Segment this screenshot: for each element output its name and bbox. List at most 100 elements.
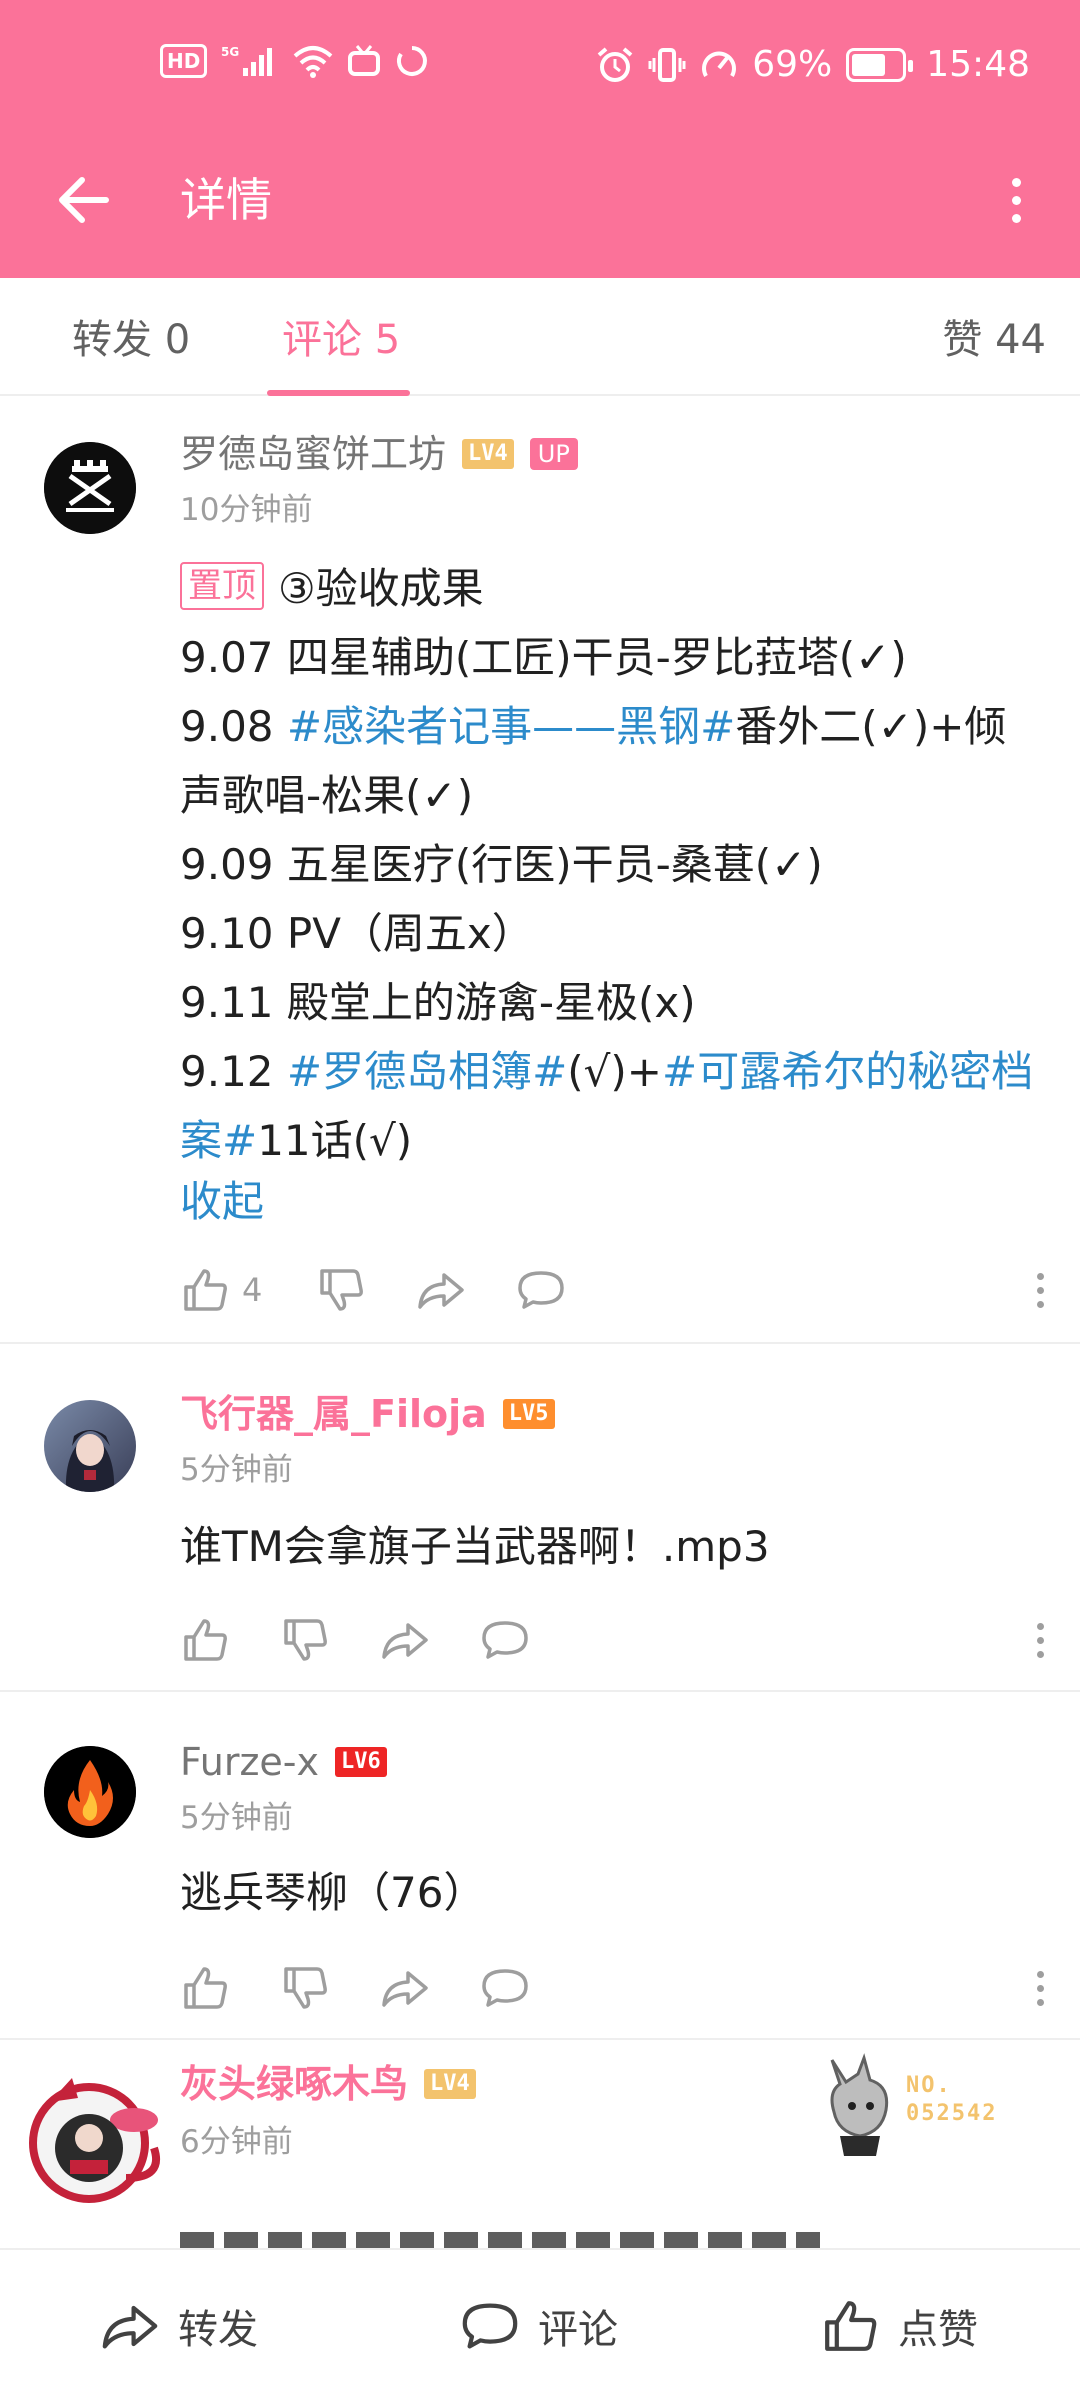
comment-line: 9.09 五星医疗(行医)干员-桑葚(✓) (180, 830, 1040, 899)
comment-text-segment: (√)+ (567, 1047, 662, 1096)
speech-bubble-icon (482, 1969, 528, 2007)
comment-username-row: Furze-x LV6 (180, 1736, 387, 1788)
dislike-button[interactable] (316, 1262, 366, 1318)
like-button[interactable] (180, 1612, 230, 1668)
battery-icon (846, 47, 914, 82)
comment-time: 5分钟前 (180, 1452, 293, 1488)
comment-username-row: 罗德岛蜜饼工坊 LV4 UP (180, 428, 578, 480)
avatar[interactable] (44, 1400, 136, 1492)
share-arrow-icon (382, 1971, 428, 2007)
battery-fill (852, 53, 886, 76)
back-button[interactable] (54, 168, 118, 232)
bottom-like-label: 点赞 (898, 2307, 978, 2353)
reply-button[interactable] (480, 1960, 530, 2016)
comment-username-row: 灰头绿啄木鸟 LV4 (180, 2058, 476, 2110)
pinned-badge: 置顶 (180, 562, 264, 610)
username[interactable]: 飞行器_属_Filoja (180, 1388, 487, 1440)
dislike-button[interactable] (280, 1612, 330, 1668)
level-badge: LV4 (462, 439, 514, 469)
reply-button[interactable] (480, 1612, 530, 1668)
alarm-icon (596, 46, 634, 84)
level-badge: LV4 (424, 2069, 476, 2099)
thumbs-up-icon (184, 1269, 227, 1311)
topic-link[interactable]: #感染者记事——黑钢# (287, 702, 735, 751)
thumbs-down-icon (284, 1619, 327, 1661)
bottom-comment-label: 评论 (538, 2307, 618, 2353)
app-header: HD 5G 69% 15:48 详情 (0, 0, 1080, 278)
comment-time: 5分钟前 (180, 1800, 293, 1836)
level-badge: LV6 (335, 1747, 387, 1777)
fan-mascot-icon (830, 2053, 889, 2156)
share-button[interactable] (380, 1612, 430, 1668)
nav-bar: 详情 (0, 140, 1080, 278)
comment-line: 置顶 ③验收成果 (180, 554, 1040, 623)
bottom-like-button[interactable]: 点赞 (820, 2250, 978, 2400)
comment-actions (180, 1960, 1050, 2016)
avatar-with-frame[interactable] (14, 2068, 164, 2218)
more-options-button[interactable] (1000, 168, 1032, 232)
share-button[interactable] (416, 1262, 466, 1318)
comment-actions (180, 1612, 1050, 1668)
fan-number: NO. 052542 (906, 2073, 998, 2126)
signal-icon: 5G (221, 44, 279, 78)
thumbs-up-icon (184, 1619, 227, 1661)
tab-likes[interactable]: 赞 44 (942, 310, 1046, 370)
comment-text-segment: 9.09 五星医疗(行医)干员-桑葚(✓) (180, 840, 823, 889)
comment-more-button[interactable] (1030, 1960, 1050, 2016)
comment-item: 飞行器_属_Filoja LV5 5分钟前 谁TM会拿旗子当武器啊！.mp3 (0, 1344, 1080, 1690)
comment-line: 9.10 PV（周五x） (180, 899, 1040, 968)
more-vertical-icon (1036, 1970, 1044, 1978)
comment-text-segment: 9.12 (180, 1047, 287, 1096)
comment-line: 9.11 殿堂上的游禽-星极(x) (180, 968, 1040, 1037)
avatar[interactable] (44, 442, 136, 534)
tab-comments[interactable]: 评论 5 (282, 310, 400, 370)
username[interactable]: 罗德岛蜜饼工坊 (180, 428, 446, 480)
comment-text-segment: ③验收成果 (278, 564, 484, 613)
collapse-link[interactable]: 收起 (180, 1174, 264, 1230)
comment-line: 9.08 #感染者记事——黑钢#番外二(✓)+倾 (180, 692, 1040, 761)
reply-button[interactable] (516, 1262, 566, 1318)
share-button[interactable] (380, 1960, 430, 2016)
more-vertical-icon (1036, 1622, 1044, 1630)
clock: 15:48 (926, 44, 1030, 85)
bottom-repost-button[interactable]: 转发 (100, 2250, 258, 2400)
wifi-icon (293, 44, 333, 78)
dislike-button[interactable] (280, 1960, 330, 2016)
like-button[interactable] (180, 1960, 230, 2016)
svg-text:5G: 5G (221, 45, 239, 59)
comment-time: 10分钟前 (180, 492, 313, 528)
username[interactable]: 灰头绿啄木鸟 (180, 2058, 408, 2110)
comment-item: Furze-x LV6 5分钟前 逃兵琴柳（76） (0, 1692, 1080, 2038)
speech-bubble-icon (462, 2303, 518, 2349)
comment-more-button[interactable] (1030, 1262, 1050, 1318)
comment-text-segment: 9.11 殿堂上的游禽-星极(x) (180, 978, 696, 1027)
fan-medal-badge: NO. 052542 (820, 2052, 1020, 2162)
hd-indicator: HD (160, 44, 208, 78)
username[interactable]: Furze-x (180, 1736, 319, 1788)
like-button[interactable]: 4 (180, 1262, 262, 1318)
comment-text-segment: 9.10 PV（周五x） (180, 909, 534, 958)
topic-link[interactable]: 案# (180, 1116, 257, 1165)
like-count: 4 (242, 1271, 263, 1309)
topic-link[interactable]: #可露希尔的秘密档 (662, 1047, 1033, 1096)
bottom-comment-button[interactable]: 评论 (460, 2250, 618, 2400)
share-arrow-icon (418, 1273, 464, 1309)
bottom-action-bar: 转发 评论 点赞 (0, 2248, 1080, 2400)
avatar[interactable] (44, 1746, 136, 1838)
status-bar: HD 5G 69% 15:48 (0, 0, 1080, 140)
comment-line: 9.07 四星辅助(工匠)干员-罗比菈塔(✓) (180, 623, 1040, 692)
comment-item: 罗德岛蜜饼工坊 LV4 UP 10分钟前 置顶 ③验收成果 9.07 四星辅助(工… (0, 396, 1080, 1342)
speech-bubble-icon (482, 1621, 528, 1659)
share-arrow-icon (382, 1623, 428, 1659)
comment-text: 谁TM会拿旗子当武器啊！.mp3 (180, 1522, 770, 1571)
more-vertical-icon (1036, 1272, 1044, 1280)
thumbs-up-icon (184, 1967, 227, 2009)
comment-text-clipped (180, 2228, 820, 2248)
more-vertical-icon (1011, 177, 1021, 187)
tab-bar: 转发 0 评论 5 赞 44 (0, 278, 1080, 396)
comment-line: 声歌唱-松果(✓) (180, 761, 1040, 830)
tab-repost[interactable]: 转发 0 (72, 310, 190, 370)
comment-more-button[interactable] (1030, 1612, 1050, 1668)
topic-link[interactable]: #罗德岛相簿# (287, 1047, 567, 1096)
up-badge: UP (529, 438, 578, 470)
